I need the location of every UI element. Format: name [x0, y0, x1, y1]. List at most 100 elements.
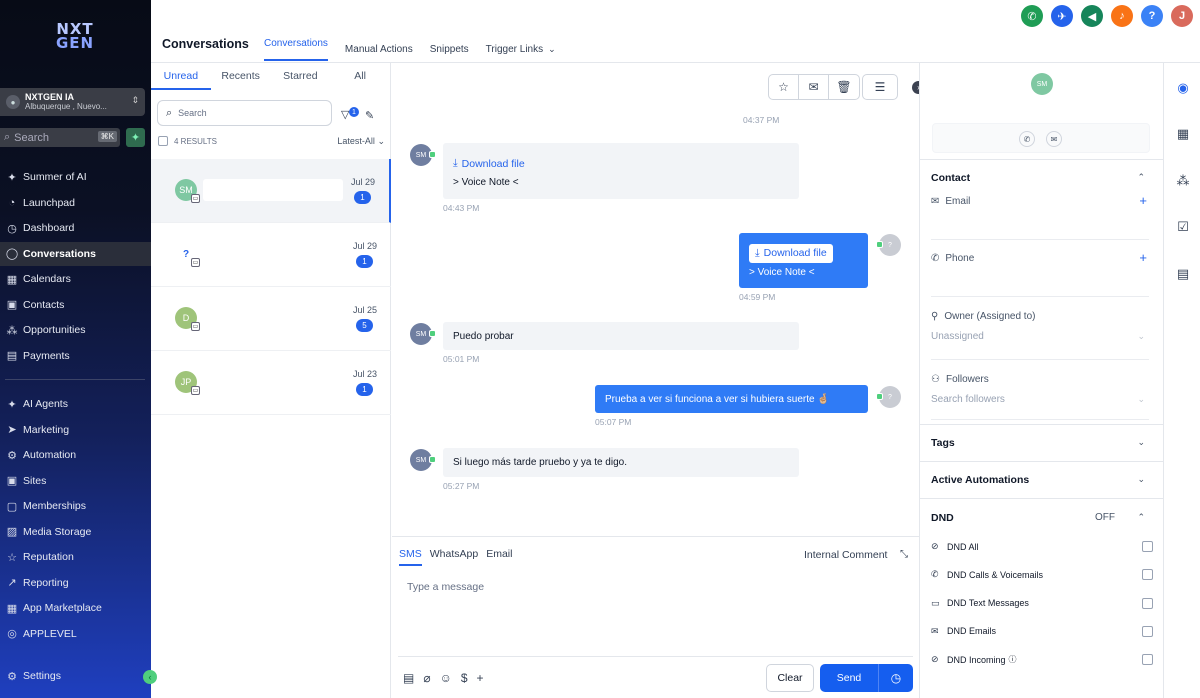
clear-button[interactable]: Clear [766, 664, 814, 692]
sort-dropdown[interactable]: Latest-All ⌄ [337, 136, 385, 147]
tab-starred[interactable]: Starred [271, 63, 331, 90]
sidebar-item-sites[interactable]: ▣ Sites [0, 469, 151, 493]
sidebar-item-memberships[interactable]: ▢ Memberships [0, 494, 151, 518]
automations-section-title[interactable]: Active Automations [931, 474, 1029, 486]
contact-profile-icon[interactable]: ◉ [1173, 78, 1193, 98]
mark-unread-icon[interactable]: ✉ [799, 75, 829, 99]
phone-field[interactable] [931, 296, 1149, 297]
mail-icon[interactable]: ✉ [1046, 131, 1062, 147]
sidebar-item-conversations[interactable]: ◯ Conversations [0, 241, 151, 266]
sidebar-item-app-marketplace[interactable]: ▦ App Marketplace [0, 596, 151, 620]
unread-count-badge: 5 [356, 319, 373, 332]
tab-trigger-links[interactable]: Trigger Links ⌄ [486, 38, 556, 61]
sidebar-item-contacts[interactable]: ▣ Contacts [0, 293, 151, 317]
conversation-item[interactable]: JP ▭ Jul 23 1 [151, 351, 391, 415]
emoji-icon[interactable]: ☺ [440, 671, 452, 685]
user-avatar-icon[interactable]: J [1171, 5, 1193, 27]
phone-icon[interactable]: ✆ [1019, 131, 1035, 147]
sidebar-item-dashboard[interactable]: ◷ Dashboard [0, 216, 151, 240]
opportunities-icon[interactable]: ⁂ [1173, 171, 1193, 191]
tab-snippets[interactable]: Snippets [430, 38, 469, 61]
notes-icon[interactable]: ▤ [1173, 264, 1193, 284]
info-icon: ⓘ [1008, 655, 1017, 665]
rocket-icon[interactable]: ✈ [1051, 5, 1073, 27]
sidebar-item-launchpad[interactable]: ◔ Launchpad [0, 191, 151, 215]
conversation-item[interactable]: SM ▭ Jul 29 1 [151, 159, 391, 223]
dnd-option-label: DND All [947, 541, 979, 552]
sidebar-item-payments[interactable]: ▤ Payments [0, 344, 151, 368]
bell-icon[interactable]: ♪ [1111, 5, 1133, 27]
attachment-icon[interactable]: ⌀ [423, 671, 430, 685]
template-icon[interactable]: ▤ [403, 671, 414, 685]
compose-icon[interactable]: ✎ [365, 109, 374, 122]
chevron-down-icon[interactable]: ⌄ [1137, 437, 1145, 448]
tab-recents[interactable]: Recents [211, 63, 271, 90]
dnd-section-title[interactable]: DND [931, 512, 954, 524]
chevron-down-icon[interactable]: ⌄ [1137, 474, 1145, 485]
add-phone-icon[interactable]: + [1139, 250, 1147, 265]
calendar-icon[interactable]: ▦ [1173, 124, 1193, 144]
tab-manual-actions[interactable]: Manual Actions [345, 38, 413, 61]
dnd-checkbox[interactable] [1142, 569, 1153, 581]
message-input[interactable]: Type a message [407, 581, 484, 593]
sidebar-item-marketing[interactable]: ➤ Marketing [0, 418, 151, 442]
followers-select[interactable]: Search followers [931, 394, 1005, 405]
sidebar-item-ai-agents[interactable]: ✦ AI Agents [0, 392, 151, 416]
account-location: Albuquerque , Nuevo... [25, 102, 107, 111]
contact-section-title[interactable]: Contact [931, 172, 970, 184]
launchpad-icon: ◔ [8, 196, 16, 209]
sms-channel-icon [429, 330, 436, 337]
email-field[interactable] [931, 239, 1149, 240]
send-button[interactable]: Send ◷ [820, 664, 913, 692]
help-icon[interactable]: ? [1141, 5, 1163, 27]
sidebar-item-summer-of-ai[interactable]: ✦ Summer of AI [0, 165, 151, 189]
add-email-icon[interactable]: + [1139, 193, 1147, 208]
megaphone-icon[interactable]: ◀ [1081, 5, 1103, 27]
conversation-item[interactable]: D ▭ Jul 25 5 [151, 287, 391, 351]
sidebar-search[interactable]: ⌕ Search ⌘K [0, 128, 120, 147]
sidebar-item-applevel[interactable]: ◎ APPLEVEL [0, 622, 151, 646]
conversation-item[interactable]: ? ▭ Jul 29 1 [151, 223, 391, 287]
sms-channel-icon: ▭ [191, 258, 200, 267]
phone-icon[interactable]: ✆ [1021, 5, 1043, 27]
ai-assistant-button[interactable]: ✦ [126, 128, 145, 147]
download-file-link[interactable]: ⤓ Download file [453, 154, 531, 173]
sidebar-item-opportunities[interactable]: ⁂ Opportunities [0, 318, 151, 342]
internal-comment-tab[interactable]: Internal Comment [804, 549, 887, 561]
dnd-checkbox[interactable] [1142, 597, 1153, 609]
sidebar-item-automation[interactable]: ⚙ Automation [0, 443, 151, 467]
expand-icon[interactable]: ⤡ [900, 549, 908, 560]
sidebar-item-reporting[interactable]: ↗ Reporting [0, 571, 151, 595]
brand-logo[interactable]: NXT GEN [40, 12, 110, 60]
tags-section-title[interactable]: Tags [931, 437, 955, 449]
tab-unread[interactable]: Unread [151, 63, 211, 90]
owner-select[interactable]: Unassigned [931, 331, 984, 342]
tab-all[interactable]: All [330, 63, 390, 90]
tasks-icon[interactable]: ☑ [1173, 217, 1193, 237]
download-file-link[interactable]: ⤓ Download file [749, 243, 833, 263]
select-all-checkbox[interactable] [158, 136, 168, 146]
sidebar-item-settings[interactable]: ⚙ Settings [0, 664, 151, 688]
chevron-up-icon[interactable]: ⌃ [1137, 512, 1145, 523]
collapse-panel-button[interactable]: › [912, 81, 919, 94]
tab-email[interactable]: Email [486, 548, 512, 566]
sidebar-item-calendars[interactable]: ▦ Calendars [0, 267, 151, 291]
sidebar-item-media-storage[interactable]: ▨ Media Storage [0, 520, 151, 544]
star-icon[interactable]: ☆ [769, 75, 799, 99]
filter-lines-icon[interactable]: ☰ [862, 74, 898, 100]
dnd-checkbox[interactable] [1142, 654, 1153, 666]
conversation-search-input[interactable]: ⌕ Search [157, 100, 332, 126]
tab-sms[interactable]: SMS [399, 548, 422, 566]
sms-channel-icon: ▭ [191, 194, 200, 203]
payment-icon[interactable]: $ [461, 671, 468, 685]
tab-conversations[interactable]: Conversations [264, 38, 328, 61]
tab-whatsapp[interactable]: WhatsApp [430, 548, 478, 566]
dnd-checkbox[interactable] [1142, 625, 1153, 637]
account-switcher[interactable]: ● NXTGEN IA Albuquerque , Nuevo... ⇕ [0, 88, 145, 116]
add-icon[interactable]: + [477, 671, 484, 685]
chevron-up-icon[interactable]: ⌃ [1137, 172, 1145, 183]
sidebar-item-reputation[interactable]: ☆ Reputation [0, 545, 151, 569]
schedule-icon[interactable]: ◷ [879, 671, 913, 685]
dnd-checkbox[interactable] [1142, 541, 1153, 552]
trash-icon[interactable]: 🗑 [829, 75, 859, 99]
